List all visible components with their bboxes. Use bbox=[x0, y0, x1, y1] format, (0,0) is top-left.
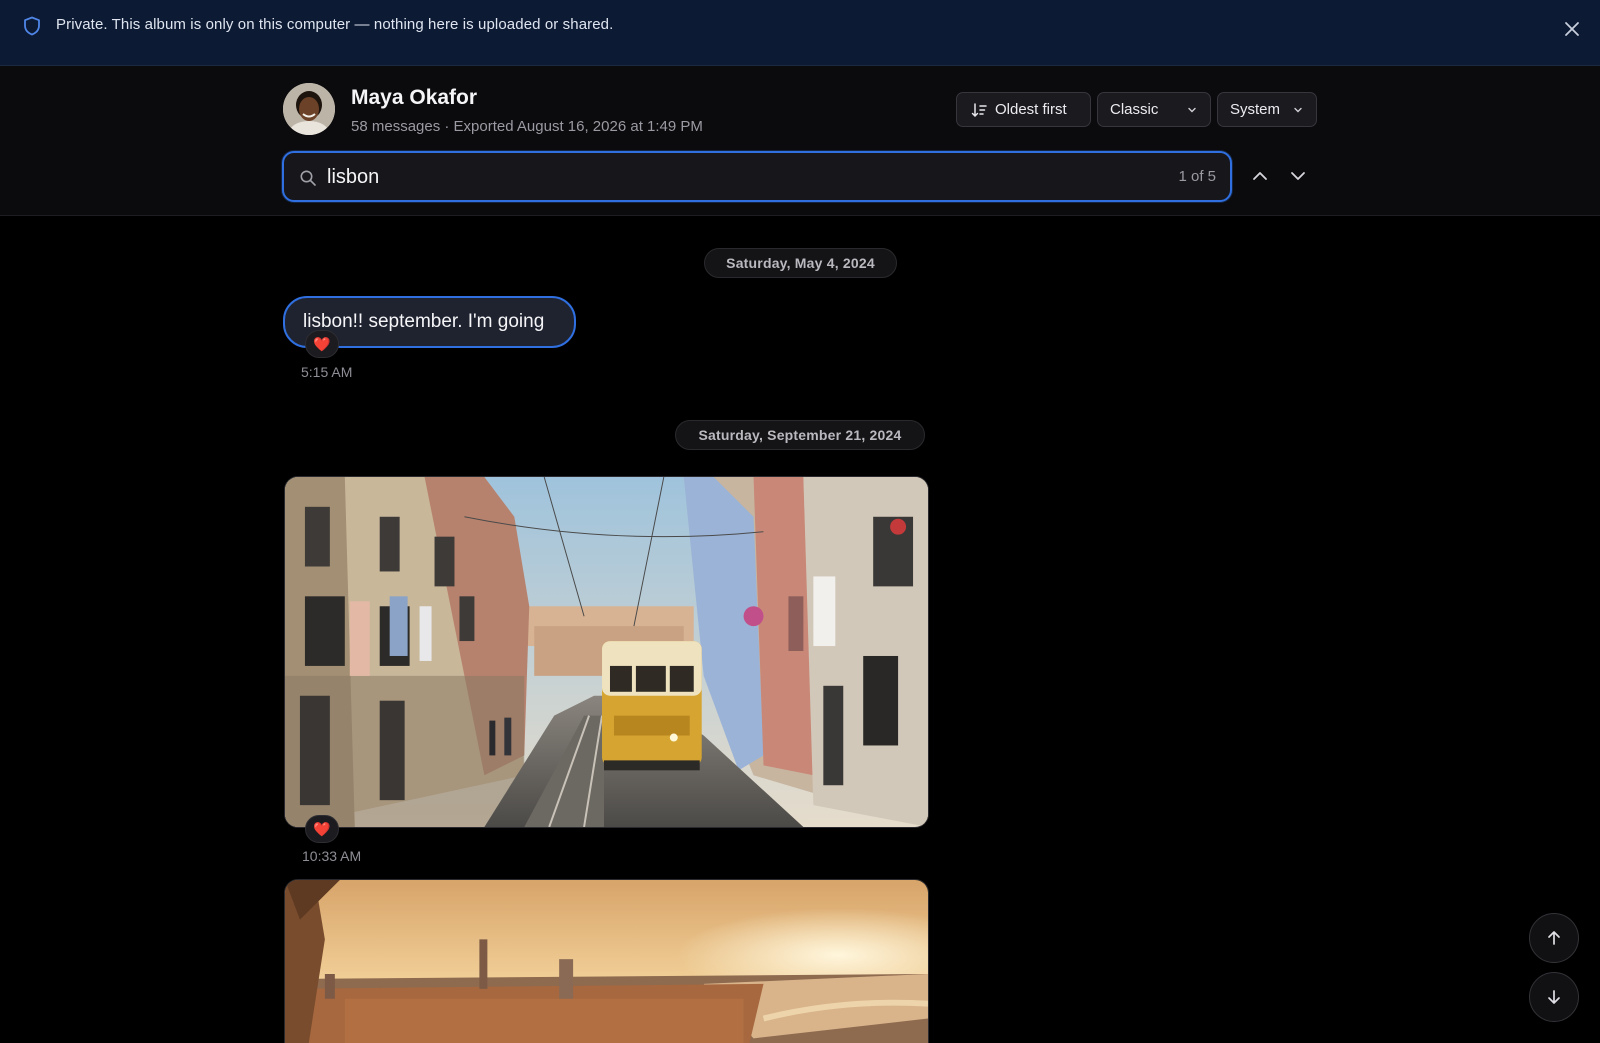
avatar bbox=[283, 83, 335, 135]
previous-result-button[interactable] bbox=[1248, 164, 1272, 188]
message-timestamp: 5:15 AM bbox=[301, 364, 353, 380]
search-input[interactable] bbox=[327, 162, 1087, 192]
theme-select-value: Classic bbox=[1110, 101, 1159, 118]
sort-order-label: Oldest first bbox=[995, 101, 1067, 118]
contact-name: Maya Okafor bbox=[351, 86, 478, 109]
theme-select[interactable]: Classic bbox=[1097, 92, 1211, 127]
appearance-select-value: System bbox=[1230, 101, 1281, 118]
close-icon[interactable] bbox=[1562, 19, 1582, 39]
date-separator: Saturday, May 4, 2024 bbox=[704, 248, 897, 278]
photo-attachment[interactable] bbox=[284, 476, 929, 828]
search-icon bbox=[300, 170, 316, 186]
arrow-down-icon bbox=[1548, 990, 1560, 1004]
message-timestamp: 10:33 AM bbox=[302, 848, 362, 864]
chevron-down-icon bbox=[1188, 107, 1196, 112]
sort-icon bbox=[971, 102, 987, 117]
search-result-count: 1 of 5 bbox=[1178, 168, 1216, 185]
scroll-to-bottom-button[interactable] bbox=[1529, 972, 1579, 1022]
conversation-header: Maya Okafor 58 messages · Exported Augus… bbox=[0, 66, 1600, 216]
message-text: lisbon!! september. I'm going bbox=[303, 311, 545, 332]
arrow-up-icon bbox=[1548, 931, 1560, 945]
privacy-banner-text: Private. This album is only on this comp… bbox=[56, 16, 614, 33]
app-window: Private. This album is only on this comp… bbox=[0, 0, 1600, 1043]
heart-icon: ❤️ bbox=[313, 820, 331, 837]
heart-icon: ❤️ bbox=[313, 335, 331, 352]
reaction-badge[interactable]: ❤️ bbox=[305, 330, 339, 358]
photo-attachment[interactable] bbox=[284, 879, 929, 1043]
shield-icon bbox=[24, 16, 40, 36]
search-box: 1 of 5 bbox=[282, 151, 1232, 202]
conversation-meta: 58 messages · Exported August 16, 2026 a… bbox=[351, 118, 703, 135]
sort-order-button[interactable]: Oldest first bbox=[956, 92, 1091, 127]
date-separator: Saturday, September 21, 2024 bbox=[675, 420, 925, 450]
privacy-banner: Private. This album is only on this comp… bbox=[0, 0, 1600, 66]
chevron-down-icon bbox=[1294, 107, 1302, 112]
reaction-badge[interactable]: ❤️ bbox=[305, 815, 339, 843]
next-result-button[interactable] bbox=[1286, 164, 1310, 188]
appearance-select[interactable]: System bbox=[1217, 92, 1317, 127]
scroll-to-top-button[interactable] bbox=[1529, 913, 1579, 963]
